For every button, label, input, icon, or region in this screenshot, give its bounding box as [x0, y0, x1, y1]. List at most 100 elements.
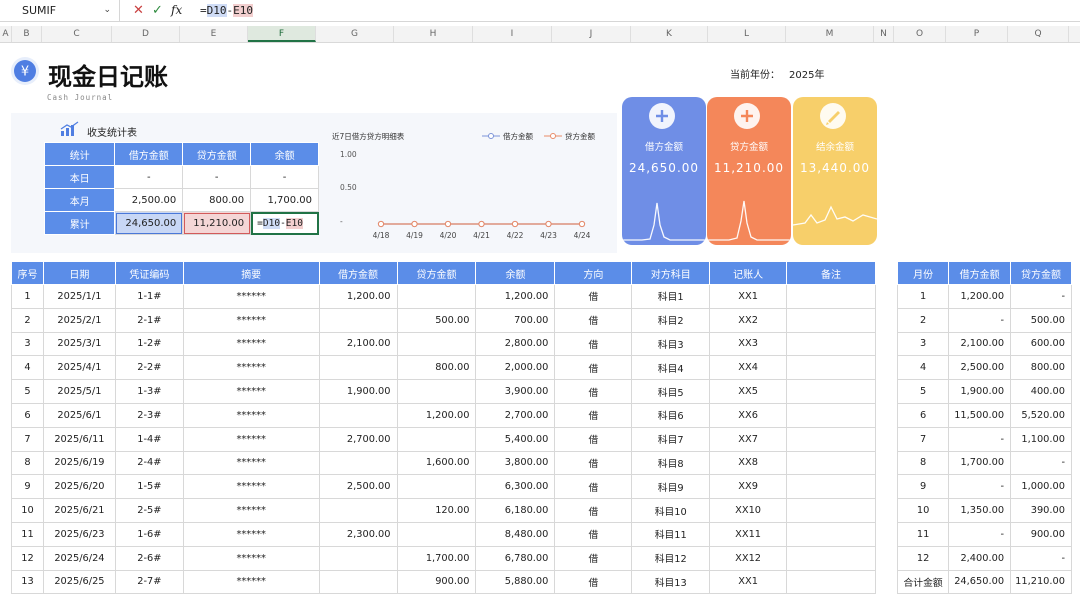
cancel-icon[interactable]: ✕	[133, 0, 144, 21]
table-cell[interactable]	[396, 521, 477, 547]
table-cell[interactable]: 3,900.00	[475, 379, 556, 404]
table-cell[interactable]: 2025/6/19	[42, 450, 116, 476]
table-cell[interactable]: XX3	[709, 331, 788, 357]
table-cell[interactable]: 1,100.00	[1010, 426, 1072, 452]
table-cell[interactable]: -	[948, 307, 1012, 333]
table-cell[interactable]: 4	[11, 355, 44, 381]
table-cell[interactable]: 9	[11, 474, 44, 500]
column-header-p[interactable]: P	[946, 26, 1008, 42]
table-cell[interactable]: 科目5	[631, 379, 711, 404]
table-cell[interactable]	[786, 331, 876, 357]
table-cell[interactable]: 1	[11, 284, 44, 309]
table-cell[interactable]: 2025/6/25	[42, 569, 116, 595]
table-cell[interactable]: 1,200.00	[318, 284, 398, 309]
table-cell[interactable]: 400.00	[1010, 379, 1072, 404]
table-cell[interactable]	[396, 426, 477, 452]
column-header-o[interactable]: O	[894, 26, 946, 42]
table-cell[interactable]: 借	[554, 379, 633, 404]
table-cell[interactable]	[786, 450, 876, 476]
journal-header-cell[interactable]: 贷方金额	[396, 261, 477, 285]
table-cell[interactable]: 2-7#	[114, 569, 184, 595]
confirm-icon[interactable]: ✓	[152, 0, 163, 21]
table-cell[interactable]: 2025/6/11	[42, 426, 116, 452]
table-cell[interactable]: 2-6#	[114, 545, 184, 571]
table-cell[interactable]: 借	[554, 450, 633, 476]
table-cell[interactable]: 5,400.00	[475, 426, 556, 452]
journal-header-cell[interactable]: 记账人	[709, 261, 788, 285]
column-header-i[interactable]: I	[473, 26, 552, 42]
table-cell[interactable]: 科目2	[631, 307, 711, 333]
table-cell[interactable]: XX11	[709, 521, 788, 547]
data-point[interactable]	[411, 220, 418, 228]
table-cell[interactable]: 6,180.00	[475, 498, 556, 523]
journal-header-cell[interactable]: 日期	[42, 261, 116, 285]
table-cell[interactable]	[396, 331, 477, 357]
table-cell[interactable]: 1,600.00	[396, 450, 477, 476]
table-cell[interactable]: 2-5#	[114, 498, 184, 523]
column-header-a[interactable]: A	[0, 26, 12, 42]
table-cell[interactable]: ******	[182, 426, 320, 452]
table-cell[interactable]: 科目3	[631, 331, 711, 357]
table-cell[interactable]: 借	[554, 307, 633, 333]
table-cell[interactable]: 科目9	[631, 474, 711, 500]
summary-card[interactable]: 借方金额 24,650.00	[622, 97, 706, 245]
table-cell[interactable]: 3,800.00	[475, 450, 556, 476]
stats-cell[interactable]: -	[182, 165, 252, 189]
column-header-f[interactable]: F	[248, 26, 316, 42]
table-cell[interactable]: 5	[896, 379, 950, 404]
table-cell[interactable]: XX1	[709, 569, 788, 595]
table-cell[interactable]: -	[948, 426, 1012, 452]
data-point[interactable]	[444, 220, 452, 228]
table-cell[interactable]: 2025/6/1	[42, 402, 116, 428]
table-cell[interactable]: 2025/3/1	[42, 331, 116, 357]
journal-header-cell[interactable]: 备注	[786, 261, 876, 285]
table-cell[interactable]: XX9	[709, 474, 788, 500]
table-cell[interactable]: 700.00	[475, 307, 556, 333]
stats-cell[interactable]: 2,500.00	[114, 188, 184, 212]
stats-cell-cumulative-balance-editing[interactable]: =D10-E10	[250, 211, 319, 235]
table-cell[interactable]	[786, 474, 876, 500]
table-cell[interactable]	[318, 545, 398, 571]
column-header-e[interactable]: E	[180, 26, 248, 42]
table-cell[interactable]: ******	[182, 331, 320, 357]
column-header-d[interactable]: D	[112, 26, 180, 42]
table-cell[interactable]: XX5	[709, 379, 788, 404]
table-cell[interactable]: 13	[11, 569, 44, 595]
table-cell[interactable]	[396, 474, 477, 500]
data-point[interactable]	[377, 220, 385, 228]
table-cell[interactable]: 2,800.00	[475, 331, 556, 357]
table-cell[interactable]: 科目10	[631, 498, 711, 523]
table-cell[interactable]: -	[948, 521, 1012, 547]
table-cell[interactable]: ******	[182, 569, 320, 595]
table-cell[interactable]	[318, 569, 398, 595]
table-cell[interactable]: 1-6#	[114, 521, 184, 547]
table-cell[interactable]: 1	[896, 284, 950, 309]
table-cell[interactable]: -	[948, 474, 1012, 500]
table-cell[interactable]: ******	[182, 545, 320, 571]
table-cell[interactable]: ******	[182, 355, 320, 381]
table-cell[interactable]: 合计金额	[896, 569, 950, 595]
column-header-k[interactable]: K	[631, 26, 708, 42]
table-cell[interactable]	[786, 498, 876, 523]
table-cell[interactable]: 2025/2/1	[42, 307, 116, 333]
table-cell[interactable]: 科目4	[631, 355, 711, 381]
table-cell[interactable]: 科目11	[631, 521, 711, 547]
table-cell[interactable]: 7	[11, 426, 44, 452]
table-cell[interactable]: ******	[182, 284, 320, 309]
table-cell[interactable]: XX8	[709, 450, 788, 476]
column-header-q[interactable]: Q	[1008, 26, 1069, 42]
table-cell[interactable]: XX12	[709, 545, 788, 571]
table-cell[interactable]: 12	[11, 545, 44, 571]
monthly-header-cell[interactable]: 贷方金额	[1010, 261, 1072, 285]
table-cell[interactable]: 1,200.00	[475, 284, 556, 309]
table-cell[interactable]: 2,700.00	[475, 402, 556, 428]
table-cell[interactable]: 2025/5/1	[42, 379, 116, 404]
table-cell[interactable]: XX6	[709, 402, 788, 428]
table-cell[interactable]: 1,350.00	[948, 498, 1012, 523]
table-cell[interactable]: 11	[896, 521, 950, 547]
column-header-h[interactable]: H	[394, 26, 473, 42]
table-cell[interactable]: 2025/6/24	[42, 545, 116, 571]
table-cell[interactable]	[318, 355, 398, 381]
table-cell[interactable]: ******	[182, 521, 320, 547]
table-cell[interactable]: 2	[11, 307, 44, 333]
